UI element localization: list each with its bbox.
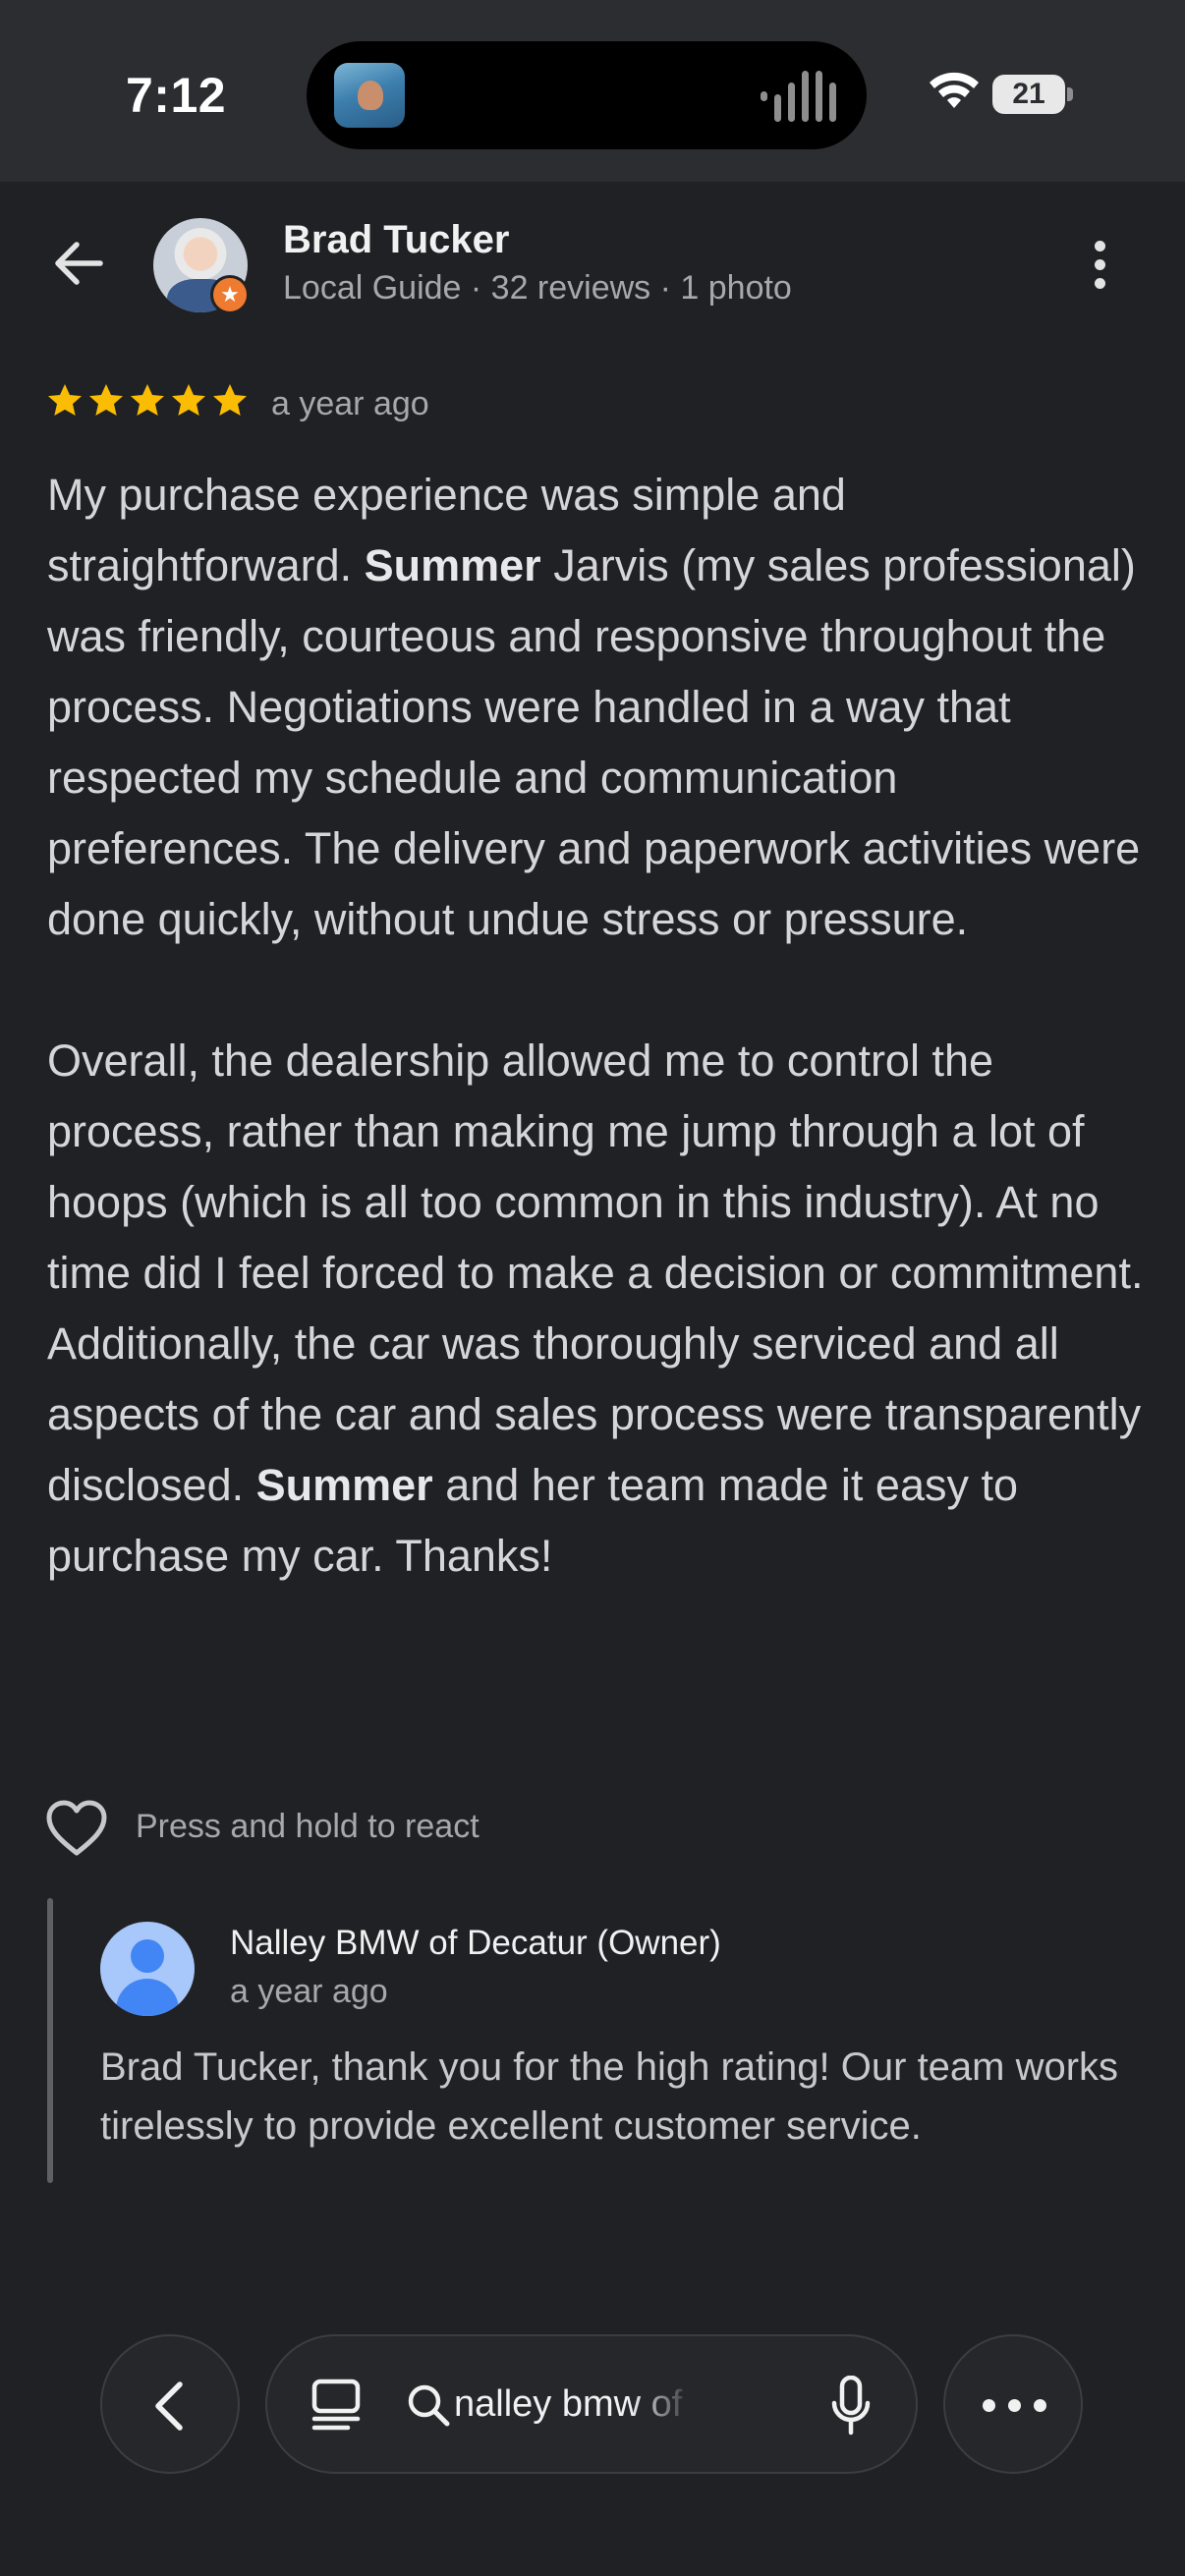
back-arrow-icon[interactable] [47,232,110,295]
dot-icon [1008,2399,1021,2412]
status-time: 7:12 [126,68,227,123]
microphone-icon[interactable] [831,2376,871,2436]
owner-avatar-body [116,1979,179,2016]
review-paragraph-1: My purchase experience was simple and st… [47,460,1148,955]
star-icon [89,384,123,416]
more-options-icon[interactable] [1081,236,1120,295]
tabs-icon[interactable] [309,2378,364,2433]
star-icon [131,384,164,416]
wifi-icon [930,72,979,108]
react-hint-label[interactable]: Press and hold to react [136,1808,480,1846]
star-icon [48,384,82,416]
highlighted-term: Summer [364,540,541,590]
search-text-fade [631,2366,700,2444]
review-text-segment: Overall, the dealership allowed me to co… [47,1036,1144,1510]
local-guide-badge-icon: ★ [210,275,250,314]
star-rating [45,381,250,424]
status-bar: 7:12 21 [0,0,1185,182]
chevron-left-icon [155,2381,183,2431]
browser-back-button[interactable] [100,2334,240,2474]
review-text: My purchase experience was simple and st… [47,460,1148,1592]
star-icon [213,384,247,416]
heart-icon[interactable] [45,1800,108,1857]
dot-icon [983,2399,995,2412]
battery-indicator: 21 [992,75,1065,114]
audio-waveform-icon [761,71,839,122]
dynamic-island[interactable] [307,41,867,149]
review-date: a year ago [271,385,429,422]
owner-avatar [100,1922,195,2016]
search-icon [408,2384,450,2427]
owner-avatar-head [131,1939,164,1973]
star-icon [172,384,205,416]
battery-cap [1067,87,1073,101]
page: 7:12 21 ★ Brad Tucker Local Guide · 32 r… [0,0,1185,2576]
review-paragraph-2: Overall, the dealership allowed me to co… [47,1026,1148,1592]
more-menu-button[interactable] [943,2334,1083,2474]
owner-response-text: Brad Tucker, thank you for the high rati… [100,2045,1119,2148]
reviewer-name[interactable]: Brad Tucker [283,218,509,262]
now-playing-thumbnail[interactable] [334,63,405,128]
review-text-segment: Jarvis (my sales professional) was frien… [47,540,1141,944]
owner-name: Nalley BMW of Decatur (Owner) [230,1924,721,1962]
highlighted-term: Summer [255,1460,433,1510]
address-search-bar[interactable]: nalley bmw of decatur [265,2334,918,2474]
reply-divider [47,1898,53,2183]
owner-response-date: a year ago [230,1973,388,2010]
reviewer-meta: Local Guide · 32 reviews · 1 photo [283,269,792,307]
dot-icon [1034,2399,1046,2412]
